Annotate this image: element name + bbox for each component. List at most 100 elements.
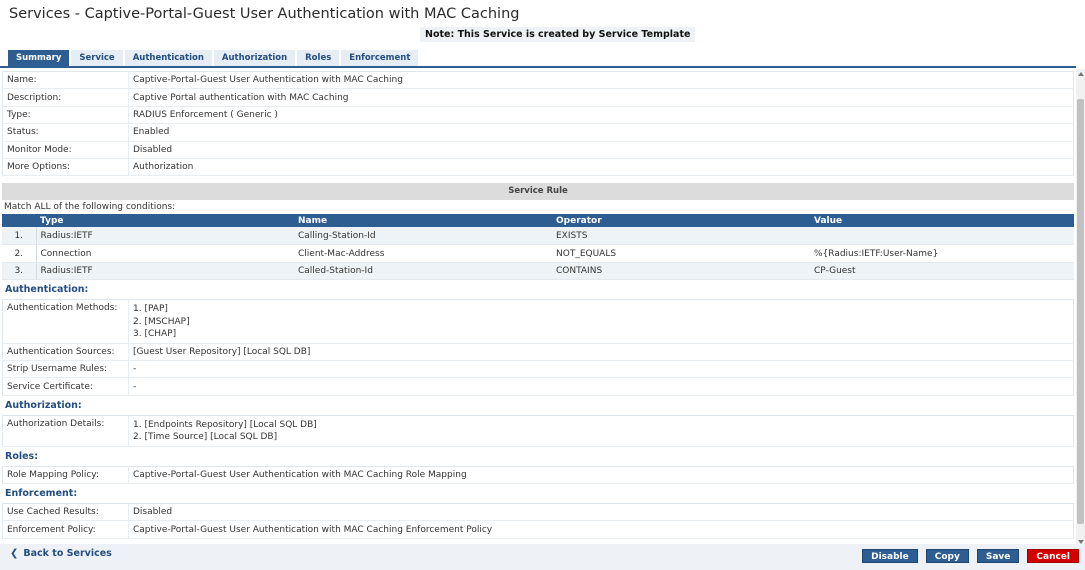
- rule-col-index: [2, 214, 36, 228]
- auth-sources-key: Authentication Sources:: [2, 343, 129, 361]
- copy-button[interactable]: Copy: [925, 549, 969, 563]
- rule-value: CP-Guest: [810, 262, 1074, 281]
- authorization-section-title: Authorization:: [5, 399, 82, 411]
- authorization-details-key: Authorization Details:: [2, 415, 129, 447]
- disable-button[interactable]: Disable: [862, 549, 918, 563]
- rule-value: [810, 227, 1074, 246]
- tab-authorization[interactable]: Authorization: [213, 50, 296, 66]
- summary-content: Name: Captive-Portal-Guest User Authenti…: [2, 71, 1074, 544]
- role-mapping-key: Role Mapping Policy:: [2, 466, 129, 484]
- cached-results-value: Disabled: [128, 503, 1074, 522]
- rule-type: Connection: [36, 244, 294, 263]
- role-mapping-row: Role Mapping Policy: Captive-Portal-Gues…: [2, 466, 1074, 484]
- summary-key: Type:: [2, 106, 129, 125]
- table-row: 2. Connection Client-Mac-Address NOT_EQU…: [2, 244, 1074, 263]
- summary-row-description: Description: Captive Portal authenticati…: [2, 88, 1074, 107]
- summary-row-status: Status: Enabled: [2, 123, 1074, 142]
- summary-value: Enabled: [128, 123, 1074, 142]
- tab-underline: [0, 66, 1076, 68]
- strip-username-key: Strip Username Rules:: [2, 360, 129, 379]
- roles-section-title: Roles:: [5, 450, 38, 462]
- service-certificate-key: Service Certificate:: [2, 377, 129, 396]
- rule-value: %{Radius:IETF:User-Name}: [810, 244, 1074, 263]
- authentication-section-title: Authentication:: [5, 284, 89, 296]
- service-rule-table: Type Name Operator Value 1. Radius:IETF …: [2, 214, 1074, 281]
- page-title: Services - Captive-Portal-Guest User Aut…: [9, 6, 520, 22]
- strip-username-row: Strip Username Rules: -: [2, 360, 1074, 379]
- strip-username-value: -: [128, 360, 1074, 379]
- summary-value: Disabled: [128, 141, 1074, 159]
- tab-service[interactable]: Service: [71, 50, 123, 66]
- back-to-services-link[interactable]: ❮ Back to Services: [10, 548, 112, 559]
- rule-operator: NOT_EQUALS: [552, 244, 810, 263]
- rule-index: 2.: [2, 244, 37, 263]
- rule-name: Calling-Station-Id: [294, 227, 552, 246]
- auth-method-item: 2. [MSCHAP]: [133, 316, 190, 327]
- auth-methods-key: Authentication Methods:: [2, 299, 129, 344]
- summary-value: RADIUS Enforcement ( Generic ): [128, 106, 1074, 125]
- authentication-table: Authentication Methods: 1. [PAP] 2. [MSC…: [2, 299, 1074, 396]
- auth-sources-row: Authentication Sources: [Guest User Repo…: [2, 343, 1074, 361]
- summary-row-name: Name: Captive-Portal-Guest User Authenti…: [2, 71, 1074, 90]
- template-notice: Note: This Service is created by Service…: [420, 27, 696, 42]
- service-certificate-value: -: [128, 377, 1074, 396]
- auth-method-item: 3. [CHAP]: [133, 329, 177, 340]
- rule-operator: EXISTS: [552, 227, 810, 246]
- summary-key: Description:: [2, 88, 129, 107]
- rule-col-value: Value: [810, 214, 1074, 228]
- rule-index: 3.: [2, 262, 37, 281]
- summary-value: Captive-Portal-Guest User Authentication…: [128, 71, 1074, 90]
- table-row: 3. Radius:IETF Called-Station-Id CONTAIN…: [2, 262, 1074, 281]
- enforcement-section-title: Enforcement:: [5, 487, 78, 499]
- scrollbar-thumb[interactable]: [1077, 99, 1084, 524]
- summary-value: Captive Portal authentication with MAC C…: [128, 88, 1074, 107]
- authorization-detail-item: 2. [Time Source] [Local SQL DB]: [133, 432, 278, 443]
- summary-table: Name: Captive-Portal-Guest User Authenti…: [2, 71, 1074, 177]
- rule-col-type: Type: [36, 214, 294, 228]
- authorization-details-row: Authorization Details: 1. [Endpoints Rep…: [2, 415, 1074, 447]
- back-to-services-label: Back to Services: [23, 548, 112, 559]
- vertical-scrollbar[interactable]: [1076, 69, 1085, 547]
- role-mapping-value: Captive-Portal-Guest User Authentication…: [128, 466, 1074, 484]
- cached-results-key: Use Cached Results:: [2, 503, 129, 522]
- arrow-up-icon[interactable]: [1078, 72, 1084, 76]
- cancel-button[interactable]: Cancel: [1027, 549, 1079, 563]
- chevron-left-icon: ❮: [10, 548, 19, 559]
- table-row: 1. Radius:IETF Calling-Station-Id EXISTS: [2, 227, 1074, 246]
- auth-method-item: 1. [PAP]: [133, 304, 168, 315]
- auth-sources-value: [Guest User Repository] [Local SQL DB]: [128, 343, 1074, 361]
- auth-methods-value: 1. [PAP] 2. [MSCHAP] 3. [CHAP]: [128, 299, 1074, 344]
- rule-index: 1.: [2, 227, 37, 246]
- tab-bar: Summary Service Authentication Authoriza…: [8, 50, 419, 66]
- tab-roles[interactable]: Roles: [297, 50, 340, 66]
- tab-enforcement[interactable]: Enforcement: [341, 50, 419, 66]
- action-buttons: Disable Copy Save Cancel: [862, 549, 1079, 563]
- tab-summary[interactable]: Summary: [8, 50, 70, 66]
- authorization-table: Authorization Details: 1. [Endpoints Rep…: [2, 414, 1074, 447]
- rule-name: Called-Station-Id: [294, 262, 552, 281]
- cached-results-row: Use Cached Results: Disabled: [2, 503, 1074, 522]
- rule-type: Radius:IETF: [36, 262, 294, 281]
- service-rule-header: Service Rule: [2, 183, 1074, 201]
- footer-bar: ❮ Back to Services Disable Copy Save Canc…: [0, 544, 1085, 570]
- tab-authentication[interactable]: Authentication: [124, 50, 212, 66]
- rule-table-header: Type Name Operator Value: [2, 214, 1074, 228]
- summary-key: Name:: [2, 71, 129, 90]
- enforcement-policy-key: Enforcement Policy:: [2, 520, 129, 539]
- authorization-details-value: 1. [Endpoints Repository] [Local SQL DB]…: [128, 415, 1074, 447]
- service-certificate-row: Service Certificate: -: [2, 377, 1074, 396]
- rule-name: Client-Mac-Address: [294, 244, 552, 263]
- auth-methods-row: Authentication Methods: 1. [PAP] 2. [MSC…: [2, 299, 1074, 344]
- rule-type: Radius:IETF: [36, 227, 294, 246]
- enforcement-policy-row: Enforcement Policy: Captive-Portal-Guest…: [2, 520, 1074, 539]
- summary-key: Monitor Mode:: [2, 141, 129, 159]
- save-button[interactable]: Save: [976, 549, 1020, 563]
- summary-row-more-options: More Options: Authorization: [2, 158, 1074, 177]
- roles-table: Role Mapping Policy: Captive-Portal-Gues…: [2, 465, 1074, 484]
- rule-operator: CONTAINS: [552, 262, 810, 281]
- summary-row-type: Type: RADIUS Enforcement ( Generic ): [2, 106, 1074, 125]
- enforcement-policy-value: Captive-Portal-Guest User Authentication…: [128, 520, 1074, 539]
- enforcement-table: Use Cached Results: Disabled Enforcement…: [2, 502, 1074, 539]
- summary-row-monitor-mode: Monitor Mode: Disabled: [2, 141, 1074, 159]
- rule-col-name: Name: [294, 214, 552, 228]
